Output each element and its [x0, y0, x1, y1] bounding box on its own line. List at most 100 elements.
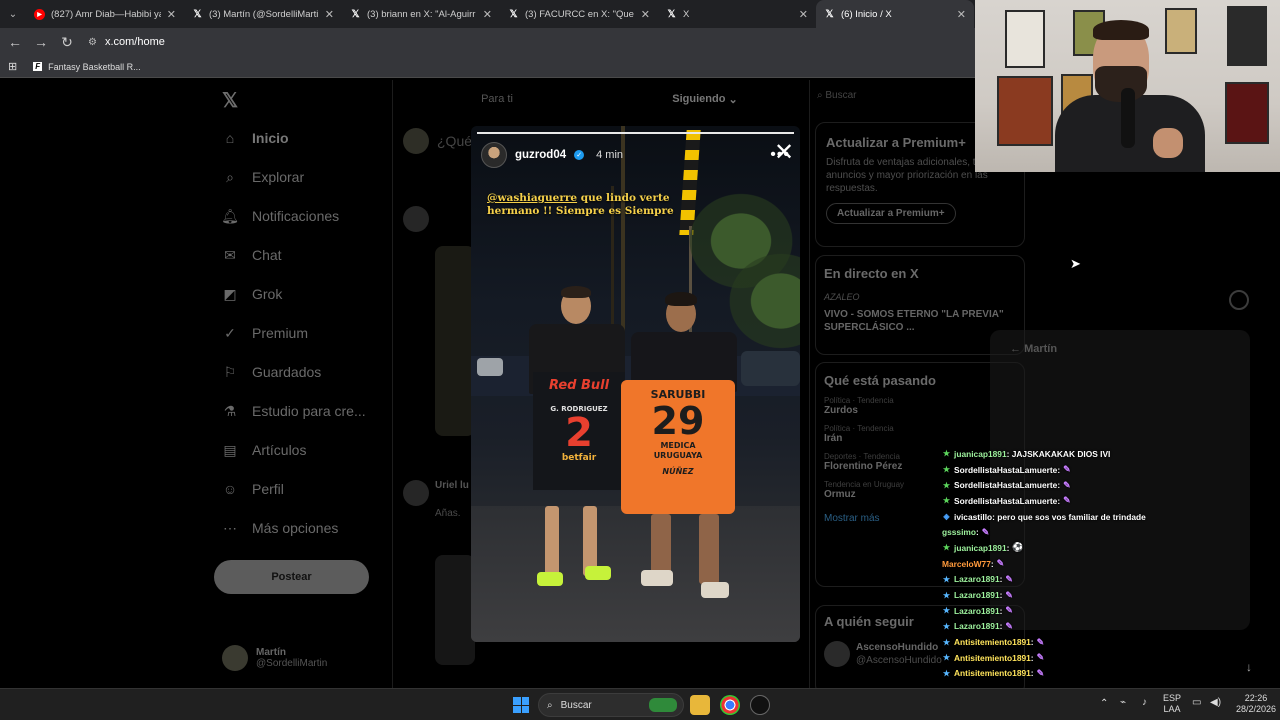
browser-tab[interactable]: 𝕏(3) FACURCC en X: "Que buen o...✕: [500, 0, 658, 28]
language-indicator[interactable]: ESP LAA: [1163, 693, 1181, 715]
file-explorer-icon[interactable]: [690, 695, 710, 715]
tab-close-icon[interactable]: ✕: [167, 8, 176, 21]
obs-icon[interactable]: [750, 695, 770, 715]
star-badge-icon: ★: [942, 480, 951, 490]
sidebar-item-perfil[interactable]: ☺ Perfil: [222, 481, 284, 497]
chat-username[interactable]: Lazaro1891: [954, 621, 1000, 631]
story-username[interactable]: guzrod04: [515, 149, 566, 161]
live-title: En directo en X: [824, 266, 919, 281]
chat-username[interactable]: Lazaro1891: [954, 590, 1000, 600]
chat-username[interactable]: Antisitemiento1891: [954, 653, 1031, 663]
chrome-icon[interactable]: [720, 695, 740, 715]
follow-name[interactable]: AscensoHundido: [856, 641, 942, 654]
chat-message: ★ SordellistaHastaLamuerte : ✎: [942, 493, 1242, 509]
sidebar-item-artículos[interactable]: ▤ Artículos: [222, 441, 306, 459]
caption-mention[interactable]: @washiaguerre: [487, 192, 577, 204]
chat-text: :: [1030, 637, 1034, 648]
browser-tab[interactable]: 𝕏(3) Martín (@SordelliMartin) / X✕: [184, 0, 342, 28]
chat-username[interactable]: gsssimo: [942, 527, 976, 537]
story-time: 4 min: [596, 149, 624, 161]
close-icon[interactable]: ✕: [774, 141, 794, 165]
apps-icon[interactable]: ⊞: [8, 60, 17, 73]
tab-close-icon[interactable]: ✕: [325, 8, 334, 21]
taskbar-search[interactable]: ⌕ Buscar: [538, 693, 684, 717]
feather-emote-icon: ✎: [1063, 464, 1071, 475]
chat-username[interactable]: Antisitemiento1891: [954, 637, 1031, 647]
sidebar-item-grok[interactable]: ◩ Grok: [222, 286, 282, 303]
chat-username[interactable]: SordellistaHastaLamuerte: [954, 496, 1057, 506]
premium-button[interactable]: Actualizar a Premium+: [826, 203, 956, 224]
site-info-icon[interactable]: ⚙: [88, 37, 97, 48]
tray-expand-icon[interactable]: ⌃: [1100, 698, 1108, 709]
sidebar-item-notificaciones[interactable]: 🔔︎ Notificaciones: [221, 208, 340, 225]
dm-panel-title[interactable]: ← Martín: [1010, 343, 1057, 355]
grok-floating-icon[interactable]: [1229, 290, 1249, 310]
tab-close-icon[interactable]: ✕: [957, 8, 966, 21]
search-input[interactable]: ⌕ Buscar: [817, 90, 857, 101]
article-icon: ▤: [223, 441, 237, 458]
sidebar-item-guardados[interactable]: ⚐ Guardados: [222, 364, 322, 381]
sidebar-item-chat[interactable]: ✉ Chat: [222, 247, 281, 264]
youtube-icon: ▶: [34, 8, 45, 20]
sidebar-item-estudio-para-cre[interactable]: ⚗ Estudio para cre...: [222, 403, 366, 420]
chat-text: :: [999, 621, 1003, 632]
chat-username[interactable]: Lazaro1891: [954, 574, 1000, 584]
tab-following[interactable]: Siguiendo ⌄: [601, 80, 809, 118]
star-badge-icon: ★: [942, 668, 951, 678]
chat-username[interactable]: juanicap1891: [954, 543, 1007, 553]
account-name: Martín: [256, 647, 286, 658]
tab-close-icon[interactable]: ✕: [641, 8, 650, 21]
poster-1: [1005, 10, 1045, 68]
tab-close-icon[interactable]: ✕: [799, 8, 808, 21]
trend-item[interactable]: Política · Tendencia Zurdos: [824, 396, 1016, 416]
chat-message: ★ SordellistaHastaLamuerte : ✎: [942, 477, 1242, 493]
story-viewer[interactable]: Red Bull G. RODRIGUEZ 2 betfair SARUBBI …: [471, 126, 800, 642]
scroll-down-icon[interactable]: ↓: [1246, 660, 1252, 674]
address-bar[interactable]: ⚙ x.com/home: [88, 31, 971, 53]
network-icon[interactable]: ⌁: [1120, 697, 1126, 708]
live-text[interactable]: VIVO - SOMOS ETERNO "LA PREVIA" SUPERCLÁ…: [824, 308, 1016, 334]
volume-icon[interactable]: ◀): [1210, 697, 1221, 708]
trend-item[interactable]: Política · Tendencia Irán: [824, 424, 1016, 444]
chat-username[interactable]: Lazaro1891: [954, 606, 1000, 616]
tab-search-icon[interactable]: ⌄: [0, 0, 26, 28]
chat-username[interactable]: ivicastillo: [954, 512, 992, 522]
clock[interactable]: 22:26 28/2/2026: [1236, 693, 1276, 715]
x-logo-icon[interactable]: 𝕏: [222, 88, 238, 113]
chat-username[interactable]: SordellistaHastaLamuerte: [954, 465, 1057, 475]
forward-icon[interactable]: →: [34, 34, 48, 50]
sidebar-item-label: Guardados: [252, 364, 322, 380]
post-author[interactable]: Uriel lu: [435, 480, 469, 491]
chat-username[interactable]: MarceloW77: [942, 559, 991, 569]
compose-input[interactable]: ¿Qué: [437, 133, 472, 149]
home-icon: ⌂: [225, 130, 235, 146]
tab-close-icon[interactable]: ✕: [483, 8, 492, 21]
browser-tab[interactable]: ▶(827) Amr Diab—Habibi ya Nour...✕: [26, 0, 184, 28]
back-icon[interactable]: ←: [8, 34, 22, 50]
jersey2-sponsor: MEDICA URUGUAYA: [653, 441, 703, 460]
feather-emote-icon: ✎: [1005, 620, 1013, 631]
mic-icon[interactable]: ♪: [1142, 697, 1147, 708]
sidebar-item-label: Notificaciones: [252, 208, 340, 224]
windows-start-icon[interactable]: [513, 697, 529, 713]
browser-tab[interactable]: 𝕏 (6) Inicio / X ✕: [816, 0, 974, 28]
tab-for-you[interactable]: Para ti: [393, 80, 601, 118]
post-button[interactable]: Postear: [214, 560, 369, 594]
chat-username[interactable]: SordellistaHastaLamuerte: [954, 480, 1057, 490]
account-switcher[interactable]: Martín @SordelliMartin: [222, 645, 327, 671]
display-icon[interactable]: ▭: [1192, 697, 1201, 708]
sidebar-item-más-opciones[interactable]: ⋯ Más opciones: [222, 520, 338, 537]
sidebar-item-inicio[interactable]: ⌂ Inicio: [222, 130, 289, 146]
chat-username[interactable]: juanicap1891: [954, 449, 1007, 459]
jersey-black: Red Bull G. RODRIGUEZ 2 betfair: [533, 372, 625, 490]
post-media: [435, 246, 475, 436]
browser-tab[interactable]: 𝕏(3) briann en X: "Al-Aguirr DICT...✕: [342, 0, 500, 28]
story-avatar[interactable]: [481, 142, 507, 168]
bookmark-fantasy-basketball[interactable]: F Fantasy Basketball R...: [33, 62, 141, 72]
stream-chat: ★ juanicap1891 : JAJSKAKAKAK DIOS IVI ★ Sor…: [942, 446, 1242, 681]
sidebar-item-premium[interactable]: ✓ Premium: [222, 325, 308, 342]
browser-tab[interactable]: 𝕏 X ✕: [658, 0, 816, 28]
sidebar-item-explorar[interactable]: ⌕ Explorar: [222, 169, 304, 186]
reload-icon[interactable]: ↻: [60, 34, 74, 51]
chat-username[interactable]: Antisitemiento1891: [954, 668, 1031, 678]
